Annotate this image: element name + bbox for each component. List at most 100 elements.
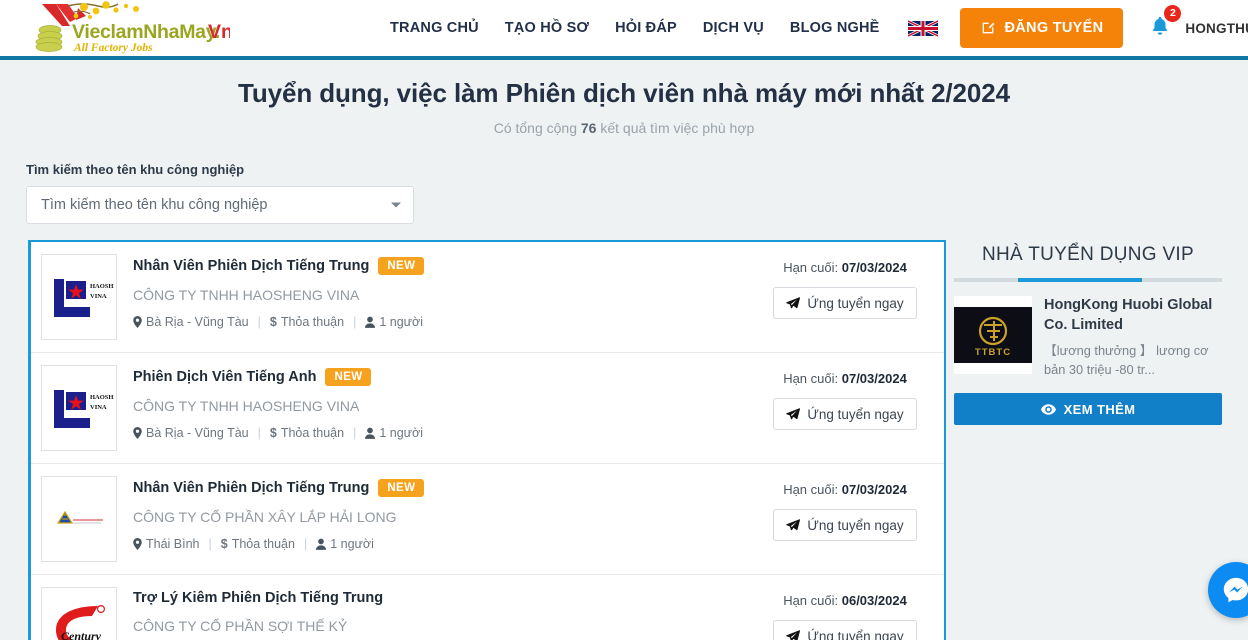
nav-item-tao-ho-so[interactable]: TẠO HỒ SƠ [505,20,589,36]
haosheng-vina-logo-icon: HAOSHENG VINA [44,257,114,337]
job-deadline: Hạn cuối: 07/03/2024 [783,371,907,386]
select-value: Tìm kiếm theo tên khu công nghiệp [41,197,268,213]
paper-plane-icon [786,519,801,531]
page-title-zone: Tuyển dụng, việc làm Phiên dịch viên nhà… [0,56,1248,136]
uk-flag-icon[interactable] [907,18,938,39]
job-title-line: Phiên Dịch Viên Tiếng Anh NEW [133,368,760,386]
result-count: 76 [580,120,597,136]
job-company[interactable]: CÔNG TY TNHH HAOSHENG VINA [133,287,760,303]
apply-button[interactable]: Ứng tuyển ngay [773,509,917,541]
messenger-chat-icon [1223,577,1248,603]
job-company[interactable]: CÔNG TY CỔ PHẦN XÂY LẮP HẢI LONG [133,509,760,525]
industrial-zone-select[interactable]: Tìm kiếm theo tên khu công nghiệp [26,186,414,224]
site-logo[interactable]: VieclamNhaMay. Vn All Factory Jobs [18,0,230,56]
job-salary: $ Thỏa thuận [270,315,344,329]
job-info: Nhân Viên Phiên Dịch Tiếng Trung NEW CÔN… [117,476,760,551]
job-salary-text: Thỏa thuận [280,315,345,329]
job-info: Nhân Viên Phiên Dịch Tiếng Trung NEW CÔN… [117,254,760,329]
dollar-icon: $ [269,315,277,329]
vip-employer-card[interactable]: TTBTC HongKong Huobi Global Co. Limited … [954,296,1222,379]
person-icon [316,538,327,550]
meta-separator: | [257,426,261,440]
job-row[interactable]: Century Trợ Lý Kiêm Phiên Dịch Tiếng Tru… [31,575,944,640]
nav-item-blog-nghe[interactable]: BLOG NGHỀ [790,20,880,36]
pencil-square-icon [982,22,994,34]
person-icon [365,427,376,439]
deadline-label: Hạn cuối: [783,260,839,275]
job-quantity-text: 1 người [330,537,374,551]
job-title[interactable]: Phiên Dịch Viên Tiếng Anh [133,369,316,385]
job-company[interactable]: CÔNG TY TNHH HAOSHENG VINA [133,398,760,414]
result-suffix: kết quả tìm việc phù hợp [600,120,755,136]
vip-company-description: 【lương thưởng 】 lương cơ bản 30 triệu -8… [1044,343,1209,377]
eye-icon [1040,403,1056,415]
job-deadline: Hạn cuối: 06/03/2024 [783,593,907,608]
job-quantity-text: 1 người [379,315,423,329]
job-actions: Hạn cuối: 06/03/2024 Ứng tuyển ngay [760,587,930,640]
post-job-button[interactable]: ĐĂNG TUYỂN [959,8,1124,48]
page-title: Tuyển dụng, việc làm Phiên dịch viên nhà… [237,78,1010,108]
job-location: Thái Bình [133,537,200,551]
nav-item-hoi-dap[interactable]: HỎI ĐÁP [615,20,677,36]
job-salary-text: Thỏa thuận [280,426,345,440]
job-company[interactable]: CÔNG TY CỔ PHẦN SỢI THẾ KỶ [133,618,760,634]
job-location-text: Bà Rịa - Vũng Tàu [146,426,249,440]
job-actions: Hạn cuối: 07/03/2024 Ứng tuyển ngay [760,365,930,430]
chevron-down-icon [391,202,401,208]
dollar-icon: $ [269,426,277,440]
apply-label: Ứng tuyển ngay [807,517,904,533]
job-title[interactable]: Nhân Viên Phiên Dịch Tiếng Trung [133,480,369,496]
vip-see-more-button[interactable]: XEM THÊM [954,393,1222,426]
meta-separator: | [208,537,212,551]
meta-separator: | [303,537,308,551]
map-pin-icon [133,427,142,439]
apply-button[interactable]: Ứng tuyển ngay [773,398,917,430]
job-row[interactable]: Nhân Viên Phiên Dịch Tiếng Trung NEW CÔN… [31,464,944,575]
result-count-line: Có tổng cộng 76 kết quả tìm việc phù hợp [0,120,1248,136]
deadline-date: 07/03/2024 [841,260,907,275]
job-meta: Thái Bình | $ Thỏa thuận | 1 người [133,537,760,551]
job-quantity-text: 1 người [379,426,423,440]
apply-button[interactable]: Ứng tuyển ngay [773,620,917,640]
nav-item-trang-chu[interactable]: TRANG CHỦ [390,20,479,36]
company-logo-thumb: Century [41,587,117,640]
vip-info: HongKong Huobi Global Co. Limited 【lương… [1044,296,1222,379]
nav-item-dich-vu[interactable]: DỊCH VỤ [703,20,764,36]
job-meta: Bà Rịa - Vũng Tàu | $ Thỏa thuận | 1 ngư… [133,315,760,329]
job-title-line: Nhân Viên Phiên Dịch Tiếng Trung NEW [133,257,760,275]
job-actions: Hạn cuối: 07/03/2024 Ứng tuyển ngay [760,476,930,541]
job-salary: $ Thỏa thuận [270,426,344,440]
industrial-zone-search: Tìm kiếm theo tên khu công nghiệp Tìm ki… [14,162,414,224]
job-title[interactable]: Nhân Viên Phiên Dịch Tiếng Trung [133,258,369,274]
job-deadline: Hạn cuối: 07/03/2024 [783,482,907,497]
job-meta: Bà Rịa - Vũng Tàu | $ Thỏa thuận | 1 ngư… [133,426,760,440]
apply-label: Ứng tuyển ngay [807,406,904,422]
map-pin-icon [133,316,142,328]
vip-logo-thumb: TTBTC [954,296,1032,374]
job-row[interactable]: HAOSHENG VINA Phiên Dịch Viên Tiếng Anh … [31,353,944,464]
job-title[interactable]: Trợ Lý Kiêm Phiên Dịch Tiếng Trung [133,590,383,606]
apply-button[interactable]: Ứng tuyển ngay [773,287,917,319]
job-quantity: 1 người [365,315,423,329]
vip-see-more-label: XEM THÊM [1063,401,1136,417]
username-label[interactable]: HONGTHUY95 [1185,21,1248,36]
job-row[interactable]: HAOSHENG VINA Nhân Viên Phiên Dịch Tiếng… [31,242,944,353]
deadline-label: Hạn cuối: [783,371,839,386]
new-badge: NEW [378,257,425,275]
svg-text:TTBTC: TTBTC [975,347,1011,358]
map-pin-icon [133,538,142,550]
notification-badge: 2 [1164,4,1182,22]
century-logo-icon: Century [44,590,114,640]
vip-company-name[interactable]: HongKong Huobi Global Co. Limited [1044,296,1222,335]
job-location-text: Bà Rịa - Vũng Tàu [146,315,249,329]
meta-separator: | [353,315,357,329]
notifications-bell[interactable]: 2 [1149,4,1182,43]
deadline-label: Hạn cuối: [783,593,839,608]
paper-plane-icon [786,297,801,309]
job-actions: Hạn cuối: 07/03/2024 Ứng tuyển ngay [760,254,930,319]
vip-heading: NHÀ TUYỂN DỤNG VIP [982,244,1194,265]
job-title-line: Trợ Lý Kiêm Phiên Dịch Tiếng Trung [133,590,760,606]
job-quantity: 1 người [316,537,374,551]
svg-text:VINA: VINA [90,293,107,300]
ttbtc-logo-icon: TTBTC [954,307,1032,363]
